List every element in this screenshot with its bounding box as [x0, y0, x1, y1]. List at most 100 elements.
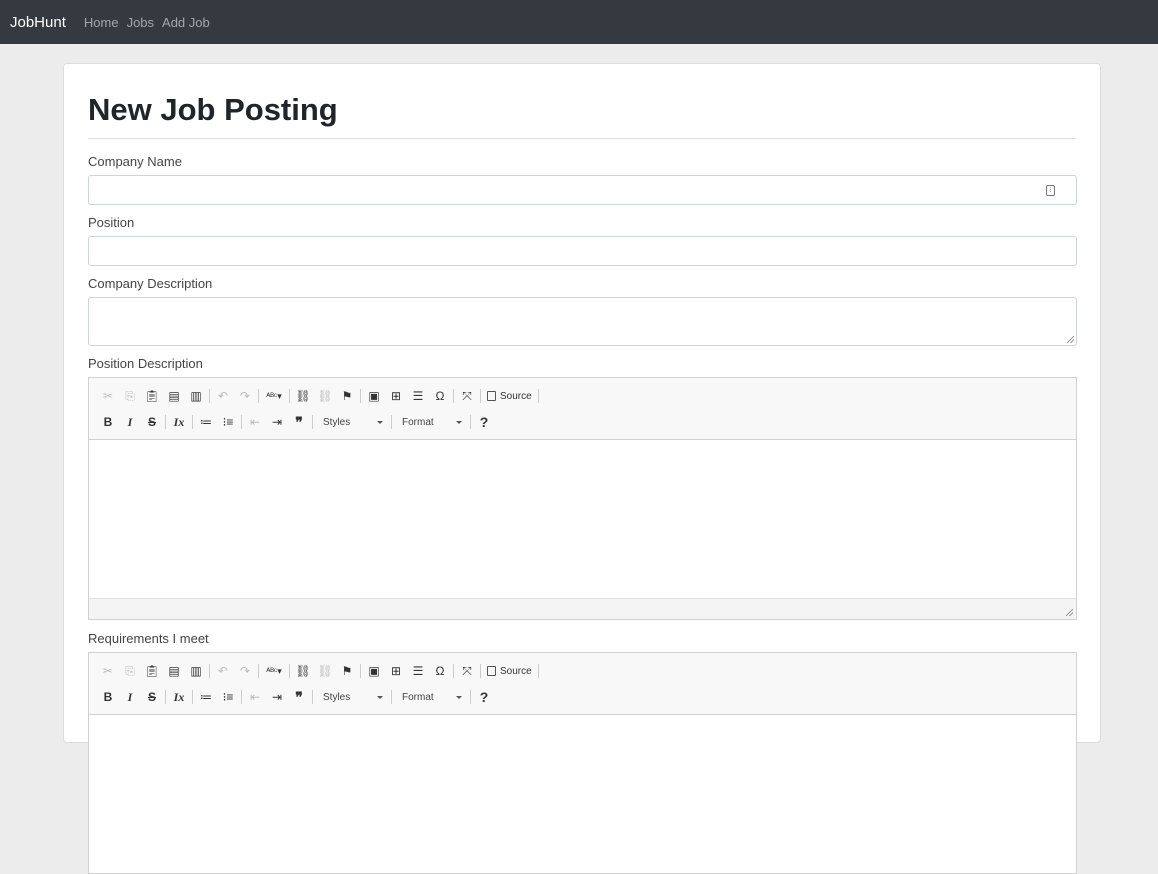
- editor-toolbar: ✂ ⎘ 📋︎ ▤ ▥ ↶ ↷ ᴬᴮᶜ▾ ⛓ ⛓ ⚑ ▣ ⊞ ☰ Ω ⤧ Sour…: [89, 378, 1076, 440]
- toolbar-separator: [537, 664, 539, 678]
- help-icon[interactable]: ?: [473, 411, 495, 433]
- toolbar-separator: [209, 664, 210, 678]
- link-icon[interactable]: ⛓: [292, 385, 314, 407]
- remove-format-icon[interactable]: Ix: [168, 411, 190, 433]
- source-icon: [487, 391, 496, 401]
- image-icon[interactable]: ▣: [363, 660, 385, 682]
- strikethrough-button[interactable]: S: [141, 686, 163, 708]
- toolbar-separator: [289, 389, 290, 403]
- special-char-icon[interactable]: Ω: [429, 660, 451, 682]
- horizontal-rule-icon[interactable]: ☰: [407, 385, 429, 407]
- requirements-content[interactable]: [89, 715, 1076, 873]
- blockquote-icon[interactable]: ❞: [288, 686, 310, 708]
- toolbar-row-1: ✂ ⎘ 📋︎ ▤ ▥ ↶ ↷ ᴬᴮᶜ▾ ⛓ ⛓ ⚑ ▣ ⊞ ☰ Ω ⤧ Sour…: [97, 383, 1068, 409]
- copy-icon[interactable]: ⎘: [119, 385, 141, 407]
- toolbar-separator: [391, 690, 392, 704]
- undo-icon[interactable]: ↶: [212, 385, 234, 407]
- format-dropdown[interactable]: Format: [394, 411, 468, 433]
- source-button[interactable]: Source: [483, 385, 536, 407]
- nav-link-jobs[interactable]: Jobs: [127, 15, 154, 30]
- anchor-icon[interactable]: ⚑: [336, 385, 358, 407]
- bulleted-list-icon[interactable]: ⁝≡: [217, 411, 239, 433]
- blockquote-icon[interactable]: ❞: [288, 411, 310, 433]
- table-icon[interactable]: ⊞: [385, 385, 407, 407]
- cut-icon[interactable]: ✂: [97, 385, 119, 407]
- position-description-content[interactable]: [89, 440, 1076, 598]
- editor-statusbar: [89, 598, 1076, 619]
- position-description-editor: ✂ ⎘ 📋︎ ▤ ▥ ↶ ↷ ᴬᴮᶜ▾ ⛓ ⛓ ⚑ ▣ ⊞ ☰ Ω ⤧ Sour…: [88, 377, 1077, 620]
- source-icon: [487, 666, 496, 676]
- toolbar-separator: [258, 389, 259, 403]
- link-icon[interactable]: ⛓: [292, 660, 314, 682]
- position-description-label: Position Description: [88, 356, 203, 371]
- toolbar-separator: [537, 389, 539, 403]
- toolbar-separator: [453, 664, 454, 678]
- paste-icon[interactable]: 📋︎: [141, 660, 163, 682]
- maximize-icon[interactable]: ⤧: [456, 660, 478, 682]
- toolbar-separator: [241, 690, 242, 704]
- indent-icon[interactable]: ⇥: [266, 686, 288, 708]
- toolbar-separator: [480, 664, 481, 678]
- copy-icon[interactable]: ⎘: [119, 660, 141, 682]
- toolbar-separator: [165, 690, 166, 704]
- company-description-textarea[interactable]: [88, 297, 1077, 346]
- toolbar-row-2: B I S Ix ≔ ⁝≡ ⇤ ⇥ ❞ Styles Format ?: [97, 684, 1068, 710]
- outdent-icon[interactable]: ⇤: [244, 686, 266, 708]
- paste-text-icon[interactable]: ▤: [163, 385, 185, 407]
- paste-icon[interactable]: 📋︎: [141, 385, 163, 407]
- bold-button[interactable]: B: [97, 411, 119, 433]
- remove-format-icon[interactable]: Ix: [168, 686, 190, 708]
- chevron-down-icon: [456, 695, 462, 699]
- toolbar-separator: [192, 690, 193, 704]
- numbered-list-icon[interactable]: ≔: [195, 411, 217, 433]
- format-label: Format: [402, 416, 434, 428]
- bold-button[interactable]: B: [97, 686, 119, 708]
- format-dropdown[interactable]: Format: [394, 686, 468, 708]
- maximize-icon[interactable]: ⤧: [456, 385, 478, 407]
- paste-word-icon[interactable]: ▥: [185, 660, 207, 682]
- italic-button[interactable]: I: [119, 411, 141, 433]
- top-navbar: JobHunt Home Jobs Add Job: [0, 0, 1158, 44]
- chevron-down-icon: [456, 420, 462, 424]
- spellcheck-icon[interactable]: ᴬᴮᶜ▾: [261, 385, 287, 407]
- toolbar-separator: [470, 415, 471, 429]
- editor-toolbar: ✂ ⎘ 📋︎ ▤ ▥ ↶ ↷ ᴬᴮᶜ▾ ⛓ ⛓ ⚑ ▣ ⊞ ☰ Ω ⤧ Sour…: [89, 653, 1076, 715]
- position-label: Position: [88, 215, 135, 230]
- spellcheck-icon[interactable]: ᴬᴮᶜ▾: [261, 660, 287, 682]
- nav-link-add-job[interactable]: Add Job: [162, 15, 210, 30]
- position-input[interactable]: [88, 236, 1077, 266]
- special-char-icon[interactable]: Ω: [429, 385, 451, 407]
- redo-icon[interactable]: ↷: [234, 660, 256, 682]
- styles-dropdown[interactable]: Styles: [315, 686, 389, 708]
- horizontal-rule-icon[interactable]: ☰: [407, 660, 429, 682]
- title-divider: [88, 138, 1076, 139]
- numbered-list-icon[interactable]: ≔: [195, 686, 217, 708]
- styles-dropdown[interactable]: Styles: [315, 411, 389, 433]
- cut-icon[interactable]: ✂: [97, 660, 119, 682]
- help-icon[interactable]: ?: [473, 686, 495, 708]
- redo-icon[interactable]: ↷: [234, 385, 256, 407]
- outdent-icon[interactable]: ⇤: [244, 411, 266, 433]
- resize-grip-icon[interactable]: [1067, 336, 1074, 343]
- paste-word-icon[interactable]: ▥: [185, 385, 207, 407]
- source-button[interactable]: Source: [483, 660, 536, 682]
- unlink-icon[interactable]: ⛓: [314, 385, 336, 407]
- autofill-icon[interactable]: ⁝: [1046, 185, 1055, 196]
- strikethrough-button[interactable]: S: [141, 411, 163, 433]
- unlink-icon[interactable]: ⛓: [314, 660, 336, 682]
- resize-grip-icon[interactable]: [1066, 609, 1073, 616]
- brand-logo[interactable]: JobHunt: [10, 14, 66, 31]
- table-icon[interactable]: ⊞: [385, 660, 407, 682]
- toolbar-separator: [192, 415, 193, 429]
- source-label: Source: [500, 665, 532, 677]
- company-name-input[interactable]: ⁝: [88, 175, 1077, 205]
- bulleted-list-icon[interactable]: ⁝≡: [217, 686, 239, 708]
- anchor-icon[interactable]: ⚑: [336, 660, 358, 682]
- nav-link-home[interactable]: Home: [84, 15, 119, 30]
- italic-button[interactable]: I: [119, 686, 141, 708]
- paste-text-icon[interactable]: ▤: [163, 660, 185, 682]
- toolbar-separator: [165, 415, 166, 429]
- indent-icon[interactable]: ⇥: [266, 411, 288, 433]
- undo-icon[interactable]: ↶: [212, 660, 234, 682]
- image-icon[interactable]: ▣: [363, 385, 385, 407]
